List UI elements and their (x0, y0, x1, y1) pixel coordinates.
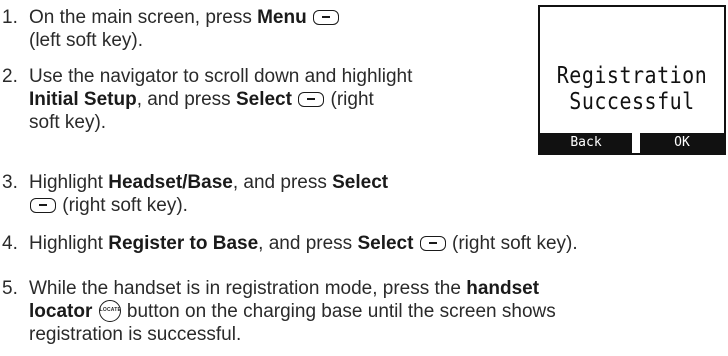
step-text-segment: registration is successful. (29, 324, 242, 345)
select-label: Select (235, 89, 292, 110)
step-2: 2. Use the navigator to scroll down and … (0, 65, 530, 137)
step-text-segment: button on the charging base until the sc… (121, 301, 556, 322)
step-text-segment: Use the navigator to scroll down and hig… (29, 66, 413, 87)
step-number: 2. (2, 66, 18, 87)
initial-setup-label: Initial Setup (29, 89, 137, 110)
step-number: 5. (2, 278, 18, 299)
step-text: Use the navigator to scroll down and hig… (29, 65, 412, 134)
step-text-segment: (right soft key). (57, 195, 188, 216)
soft-key-icon (419, 236, 446, 251)
step-text-segment: (left soft key). (29, 30, 144, 51)
screen-message-line-2: Successful (569, 87, 695, 115)
step-4: 4. Highlight Register to Base, and press… (0, 232, 728, 256)
step-text-segment: , and press (258, 233, 358, 254)
select-label: Select (357, 233, 414, 254)
step-number: 1. (2, 7, 18, 28)
ok-softkey-label: OK (640, 133, 724, 153)
back-softkey-label: Back (540, 133, 632, 153)
locate-button-icon: LOCATE (98, 300, 122, 322)
select-label: Select (332, 172, 389, 193)
soft-key-icon (313, 10, 339, 25)
handset-label: handset (466, 278, 540, 299)
step-3: 3. Highlight Headset/Base, and press Sel… (0, 171, 530, 219)
step-text-segment: (right soft key). (446, 233, 578, 254)
locate-icon-text: LOCATE (99, 307, 122, 313)
register-to-base-label: Register to Base (108, 233, 259, 254)
step-text: While the handset is in registration mod… (29, 277, 556, 346)
step-number: 4. (2, 233, 18, 254)
step-text: Highlight Register to Base, and press Se… (29, 232, 578, 255)
handset-screen: Registration Successful Back OK (538, 5, 726, 155)
headset-base-label: Headset/Base (108, 172, 233, 193)
step-1: 1. On the main screen, press Menu (left … (0, 6, 520, 54)
step-text-segment: (right (325, 89, 374, 110)
soft-key-icon (298, 92, 325, 107)
step-text-segment: Highlight (29, 172, 109, 193)
step-text-segment: , and press (136, 89, 236, 110)
step-text-segment: Highlight (29, 233, 109, 254)
step-text-segment: On the main screen, press (29, 7, 258, 28)
step-text: On the main screen, press Menu (left sof… (29, 6, 340, 52)
step-text-segment: While the handset is in registration mod… (29, 278, 467, 299)
step-text-segment: soft key). (29, 112, 107, 133)
step-text: Highlight Headset/Base, and press Select… (29, 171, 388, 217)
step-number: 3. (2, 172, 18, 193)
soft-key-icon (30, 198, 56, 213)
menu-label: Menu (257, 7, 307, 28)
step-5: 5. While the handset is in registration … (0, 277, 700, 349)
locator-label: locator (29, 301, 93, 322)
screen-message-line-1: Registration (556, 61, 708, 89)
step-text-segment: , and press (232, 172, 333, 193)
